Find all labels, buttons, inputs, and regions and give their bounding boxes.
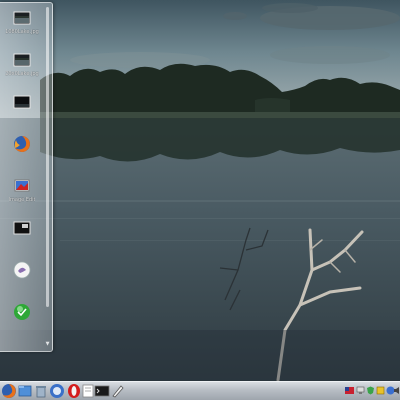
side-launcher-panel: 1080Lake.jpg 20x0Lake.jpg Image Edit ▼ [0, 2, 53, 352]
launcher-item-pidgin[interactable] [0, 259, 44, 297]
scrollbar-thumb[interactable] [46, 7, 49, 307]
image-thumbnail-icon [13, 53, 31, 67]
launcher-item-dark-image[interactable] [0, 91, 44, 129]
launcher-item-label: Image Edit [8, 197, 36, 203]
pen-icon[interactable] [110, 383, 126, 399]
update-icon[interactable] [376, 386, 385, 395]
taskbar [0, 381, 400, 400]
launcher-item-terminal[interactable] [0, 217, 44, 255]
network-icon[interactable] [356, 386, 365, 395]
flag-icon[interactable] [345, 386, 354, 395]
launcher-item-firefox[interactable] [0, 133, 44, 171]
launcher-scrollbar[interactable]: ▼ [45, 7, 50, 347]
scroll-down-icon[interactable]: ▼ [45, 341, 50, 347]
firefox-icon [14, 136, 30, 152]
dark-image-thumbnail-icon [13, 95, 31, 109]
terminal-icon [13, 221, 31, 235]
firefox-icon[interactable] [1, 383, 17, 399]
launcher-item-label: 20x0Lake.jpg [5, 71, 39, 77]
image-editor-icon [14, 179, 30, 192]
launcher-item-label: 1080Lake.jpg [5, 29, 39, 35]
image-thumbnail-icon [13, 11, 31, 25]
terminal-icon[interactable] [94, 383, 110, 399]
file-manager-icon[interactable] [17, 383, 33, 399]
pidgin-icon[interactable] [49, 383, 65, 399]
launcher-item-green-app[interactable] [0, 301, 44, 339]
launcher-item-20x0lake[interactable]: 20x0Lake.jpg [0, 49, 44, 87]
launcher-item-image-edit[interactable]: Image Edit [0, 175, 44, 213]
pidgin-icon [13, 261, 31, 279]
launcher-item-1080lake[interactable]: 1080Lake.jpg [0, 7, 44, 45]
shield-icon[interactable] [366, 386, 375, 395]
desktop-wallpaper [0, 0, 400, 382]
volume-icon[interactable] [394, 386, 400, 395]
trash-icon[interactable] [33, 383, 49, 399]
green-orb-icon [14, 304, 30, 320]
